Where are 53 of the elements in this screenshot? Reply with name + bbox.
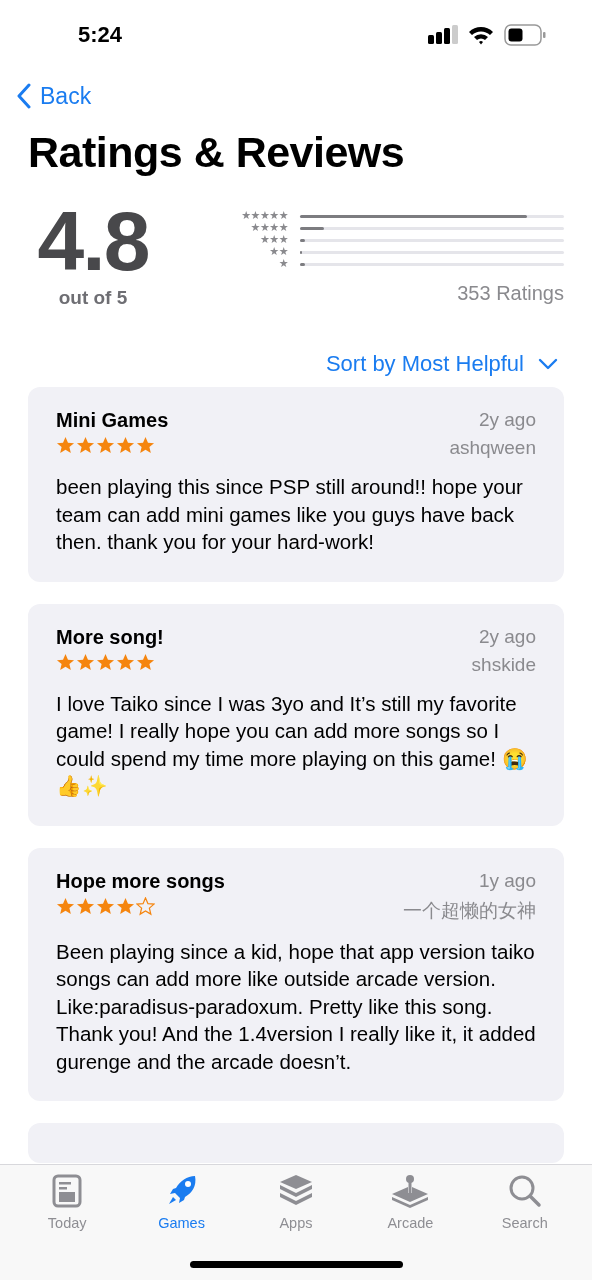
review-text: I love Taiko since I was 3yo and It’s still my favorite game! I really hope you can add more songs so I could spend my time more playing on this game! 😭👍✨ — [56, 690, 529, 799]
review-date: 1y ago — [478, 869, 536, 892]
wifi-icon — [468, 25, 494, 45]
signal-icon — [428, 25, 458, 45]
review-title: More song! — [56, 625, 164, 649]
star-icon — [136, 436, 155, 455]
average-rating: 4.8 — [37, 201, 149, 281]
search-icon — [507, 1174, 542, 1208]
review-text: Been playing since a kid, hope that app version taiko songs can add more like outside arcade version. Like:paradisus-paradoxum. Pretty like this song. Thank you! And the 1.4version I really like it, it added gurenge and the arcade doesn’t. — [56, 938, 536, 1075]
star-icon — [96, 436, 115, 455]
review-author: 一个超懒的女神 — [403, 898, 536, 923]
layers-icon — [277, 1174, 314, 1208]
star-row-label: ★★ — [269, 246, 288, 258]
chevron-down-icon — [538, 358, 558, 370]
review-text: been playing this since PSP still around!! hope your team can add mini games like you guys have back then. thank you for your hard-work! — [56, 474, 524, 555]
ratings-count: 353 Ratings — [457, 282, 564, 305]
battery-icon — [504, 24, 546, 46]
empty-star-icon — [136, 896, 155, 916]
star-row-label: ★ — [278, 258, 288, 270]
tab-item[interactable]: Apps — [245, 1173, 346, 1231]
star-icon — [116, 652, 135, 672]
star-icon — [56, 652, 75, 672]
tab-item[interactable]: Today — [17, 1173, 118, 1231]
star-icon — [96, 896, 115, 916]
star-icon — [76, 436, 95, 455]
star-icon — [76, 896, 95, 916]
star-row-label: ★★★★ — [250, 222, 288, 234]
star-icon — [136, 652, 155, 672]
star-icon — [116, 896, 135, 916]
star-row-label: ★★★★★ — [241, 210, 288, 222]
star-icon — [96, 652, 115, 672]
tab-item[interactable]: Arcade — [360, 1173, 461, 1231]
star-icon — [116, 436, 135, 455]
rating-scale: out of 5 — [58, 287, 128, 309]
joystick-icon — [390, 1174, 431, 1208]
status-time: 5:24 — [78, 22, 123, 48]
newspaper-icon — [52, 1174, 83, 1208]
chevron-left-icon — [16, 83, 32, 109]
star-icon — [76, 652, 95, 672]
star-icon — [56, 896, 75, 916]
review-date: 2y ago — [478, 625, 536, 648]
tab-item[interactable]: Games — [131, 1173, 232, 1231]
sort-button[interactable]: Sort by Most Helpful — [325, 351, 558, 377]
review-title: Mini Games — [56, 409, 169, 432]
page-title: Ratings & Reviews — [28, 128, 406, 177]
review-date: 2y ago — [478, 409, 536, 431]
star-icon — [56, 436, 75, 455]
review-author: shskide — [471, 653, 536, 676]
review-title: Hope more songs — [56, 869, 225, 893]
tab-item[interactable]: Search — [474, 1173, 575, 1231]
review-author: ashqween — [449, 437, 536, 459]
back-button[interactable]: Back — [16, 82, 92, 110]
star-row-label: ★★★ — [259, 234, 288, 246]
